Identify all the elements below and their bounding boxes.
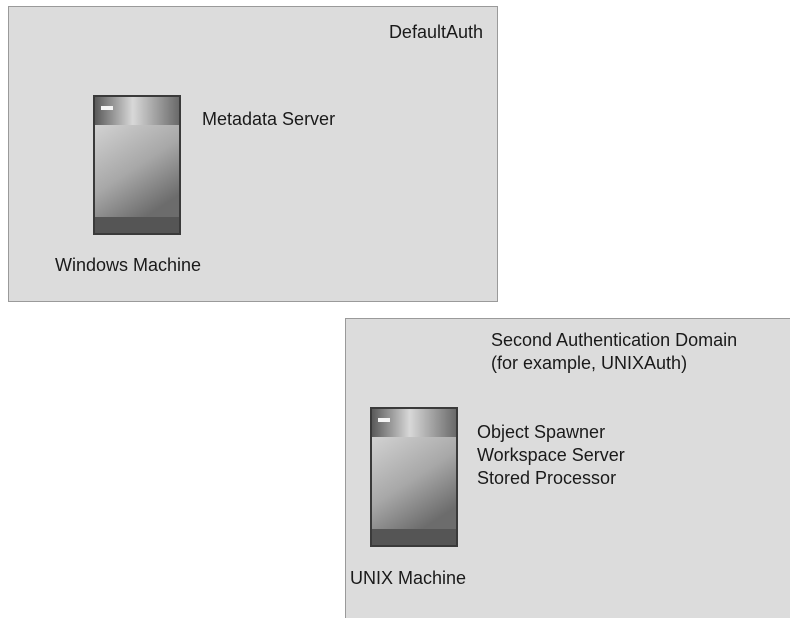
- server-icon: [93, 95, 181, 235]
- server-label: Workspace Server: [477, 445, 625, 465]
- default-auth-domain: DefaultAuth Metadata Server Windows Mach…: [8, 6, 498, 302]
- domain-name-label: DefaultAuth: [388, 22, 483, 42]
- domain-example-label: (for example, UNIXAuth): [491, 353, 688, 373]
- server-label: Metadata Server: [202, 109, 336, 129]
- server-label: Stored Processor: [477, 468, 617, 488]
- second-auth-domain: Second Authentication Domain (for exampl…: [345, 318, 790, 618]
- server-label: Object Spawner: [477, 422, 606, 442]
- machine-label: UNIX Machine: [350, 568, 467, 588]
- machine-label: Windows Machine: [55, 255, 202, 275]
- domain-name-label: Second Authentication Domain: [491, 330, 738, 350]
- server-icon: [370, 407, 458, 547]
